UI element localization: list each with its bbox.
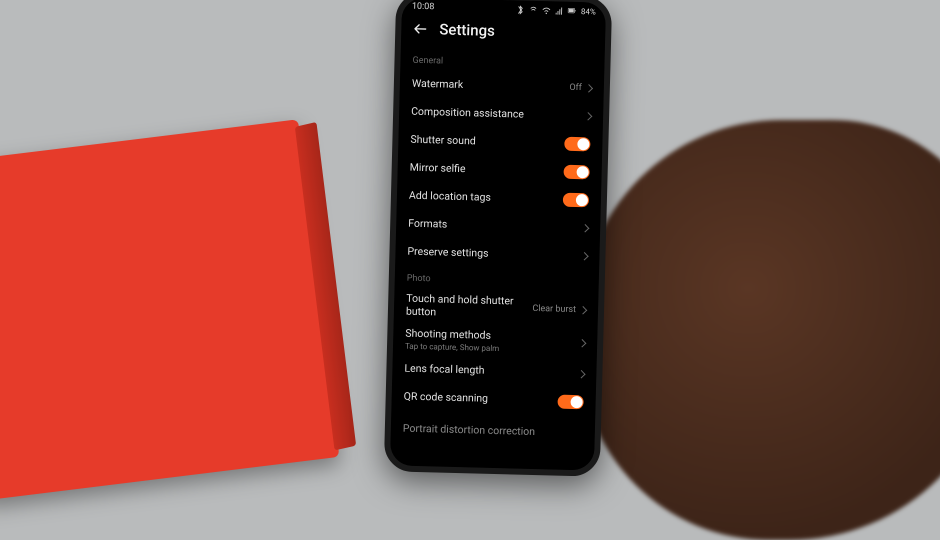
back-button[interactable] <box>411 20 429 38</box>
row-title: Lens focal length <box>404 363 572 380</box>
battery-percent: 84% <box>581 7 596 16</box>
row-title: Watermark <box>412 77 564 94</box>
row-qr-scanning[interactable]: QR code scanning <box>403 383 584 416</box>
toggle-on[interactable] <box>557 394 583 409</box>
hand <box>580 120 940 540</box>
settings-list[interactable]: General Watermark Off Composition assist… <box>390 47 605 470</box>
row-value: Off <box>569 83 582 93</box>
status-time: 10:08 <box>412 2 435 13</box>
arrow-left-icon <box>412 21 428 37</box>
nfc-icon <box>529 5 538 14</box>
toggle-on[interactable] <box>563 165 589 180</box>
toggle-on[interactable] <box>564 137 590 152</box>
app-header: Settings <box>401 13 606 52</box>
row-portrait-distortion[interactable]: Portrait distortion correction <box>402 415 583 448</box>
chevron-right-icon <box>584 112 592 120</box>
row-value: Clear burst <box>532 304 576 315</box>
row-title: Add location tags <box>409 189 557 205</box>
bluetooth-icon <box>516 5 525 14</box>
row-title: Mirror selfie <box>410 161 558 177</box>
wifi-icon <box>542 6 551 15</box>
chevron-right-icon <box>580 252 588 260</box>
section-label-photo: Photo <box>407 274 587 289</box>
row-title: QR code scanning <box>404 391 552 407</box>
phone-frame: 10:08 84% <box>384 0 612 477</box>
chevron-right-icon <box>581 224 589 232</box>
chevron-right-icon <box>578 339 586 347</box>
row-title: Portrait distortion correction <box>403 423 583 440</box>
chevron-right-icon <box>585 84 593 92</box>
row-title: Preserve settings <box>407 245 575 262</box>
page-title: Settings <box>439 20 495 39</box>
phone-screen: 10:08 84% <box>390 0 606 471</box>
row-title: Formats <box>408 217 576 234</box>
signal-icon <box>555 6 564 15</box>
battery-icon <box>568 6 577 15</box>
product-box: 13 <box>0 119 339 500</box>
row-hold-shutter[interactable]: Touch and hold shutter button Clear burs… <box>406 288 587 328</box>
row-title: Shutter sound <box>410 133 558 149</box>
row-shooting-methods[interactable]: Shooting methods Tap to capture, Show pa… <box>405 323 586 360</box>
row-title: Touch and hold shutter button <box>406 293 527 321</box>
toggle-on[interactable] <box>563 193 589 208</box>
row-title: Composition assistance <box>411 105 579 122</box>
status-icons: 84% <box>516 5 596 16</box>
chevron-right-icon <box>579 306 587 314</box>
chevron-right-icon <box>577 370 585 378</box>
section-label-general: General <box>412 56 592 71</box>
row-preserve[interactable]: Preserve settings <box>407 238 588 271</box>
